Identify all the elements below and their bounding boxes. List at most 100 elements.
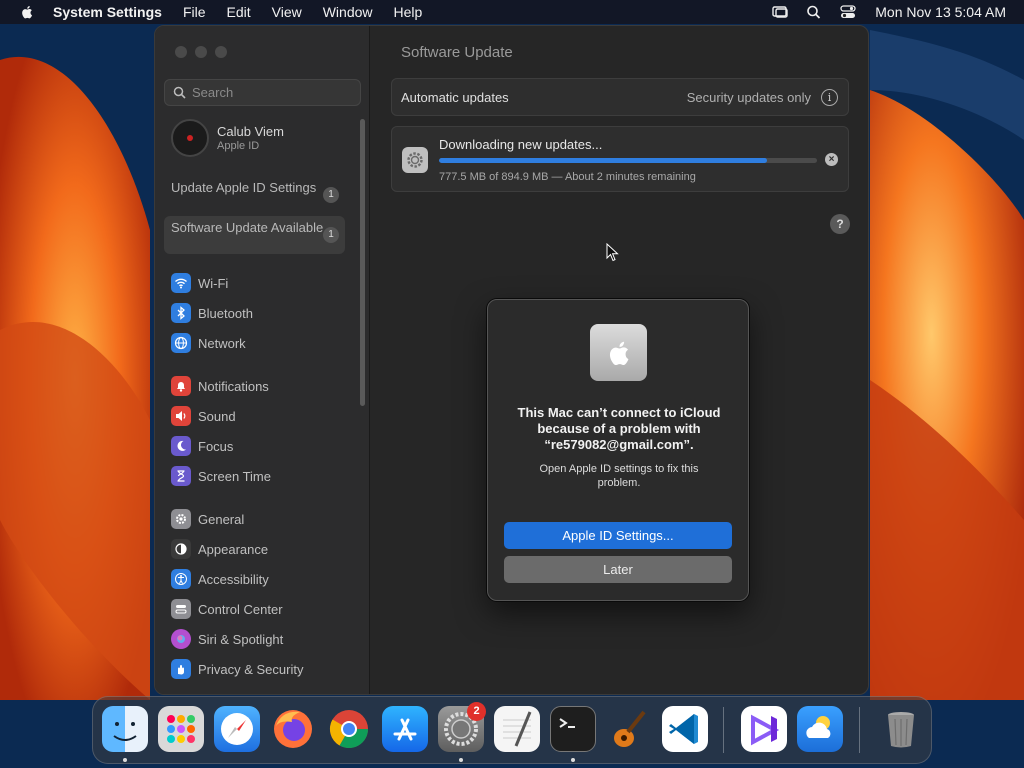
spotlight-search-icon[interactable] <box>805 4 823 20</box>
sidebar-item-label: Privacy & Security <box>198 661 304 677</box>
download-panel: Downloading new updates... × 777.5 MB of… <box>391 126 849 192</box>
garageband-icon[interactable] <box>606 706 652 752</box>
sidebar: Calub Viem Apple ID Update Apple ID Sett… <box>155 26 370 694</box>
wifi-icon <box>171 273 191 293</box>
sidebar-item-network[interactable]: Network <box>171 333 246 353</box>
notice-label: Update Apple ID Settings <box>171 180 317 195</box>
menu-file[interactable]: File <box>183 4 206 20</box>
window-controls <box>175 46 235 58</box>
sidebar-search[interactable] <box>164 79 361 106</box>
close-window-button[interactable] <box>175 46 187 58</box>
icloud-error-dialog: This Mac can’t connect to iCloud because… <box>487 299 749 601</box>
sidebar-item-label: Appearance <box>198 541 269 557</box>
dock-separator <box>859 707 860 753</box>
search-icon <box>173 86 186 99</box>
dialog-title: This Mac can’t connect to iCloud because… <box>517 405 721 452</box>
firefox-icon[interactable] <box>270 706 316 752</box>
notice-label: Software Update Available <box>171 220 324 235</box>
system-settings-badge: 2 <box>467 702 486 721</box>
bluetooth-icon <box>171 303 191 323</box>
notice-badge: 1 <box>323 187 339 203</box>
weather-icon[interactable] <box>797 706 843 752</box>
dock: 2 <box>92 696 932 764</box>
menu-view[interactable]: View <box>272 4 302 20</box>
download-progress-text: 777.5 MB of 894.9 MB — About 2 minutes r… <box>439 171 696 183</box>
screen-mirroring-icon[interactable] <box>771 4 789 20</box>
dialog-message: Open Apple ID settings to fix this probl… <box>539 463 699 489</box>
control-center-icon <box>171 599 191 619</box>
cancel-download-button[interactable]: × <box>825 153 838 166</box>
globe-icon <box>171 333 191 353</box>
minimize-window-button[interactable] <box>195 46 207 58</box>
sidebar-item-label: Accessibility <box>198 571 269 587</box>
sidebar-item-screen-time[interactable]: Screen Time <box>171 466 271 486</box>
trash-icon[interactable] <box>878 706 924 752</box>
sidebar-item-appearance[interactable]: Appearance <box>171 539 268 559</box>
sidebar-item-label: General <box>198 511 245 527</box>
download-title: Downloading new updates... <box>439 137 603 152</box>
menu-app-name[interactable]: System Settings <box>53 4 162 20</box>
sidebar-notice-update-apple-id[interactable]: Update Apple ID Settings 1 <box>164 176 345 214</box>
sidebar-item-focus[interactable]: Focus <box>171 436 233 456</box>
sidebar-item-bluetooth[interactable]: Bluetooth <box>171 303 253 323</box>
vscode-icon[interactable] <box>662 706 708 752</box>
textedit-icon[interactable] <box>494 706 540 752</box>
terminal-running-dot <box>571 758 575 762</box>
dock-separator <box>723 707 724 753</box>
later-button[interactable]: Later <box>504 556 732 583</box>
sidebar-item-label: Notifications <box>198 378 269 394</box>
sidebar-item-sound[interactable]: Sound <box>171 406 236 426</box>
hand-icon <box>171 659 191 679</box>
sidebar-item-label: Bluetooth <box>198 305 253 321</box>
visual-studio-icon[interactable] <box>741 706 787 752</box>
page-title: Software Update <box>401 44 513 61</box>
sidebar-item-privacy-security[interactable]: Privacy & Security <box>171 659 303 679</box>
app-store-icon[interactable] <box>382 706 428 752</box>
apple-logo-icon[interactable] <box>19 4 35 20</box>
apple-id-settings-button[interactable]: Apple ID Settings... <box>504 522 732 549</box>
chrome-icon[interactable] <box>326 706 372 752</box>
sidebar-item-label: Screen Time <box>198 468 271 484</box>
launchpad-icon[interactable] <box>158 706 204 752</box>
software-update-gear-icon <box>402 147 428 173</box>
menu-help[interactable]: Help <box>394 4 423 20</box>
menu-edit[interactable]: Edit <box>227 4 251 20</box>
sidebar-notice-software-update[interactable]: Software Update Available 1 <box>164 216 345 254</box>
finder-icon[interactable] <box>102 706 148 752</box>
avatar <box>171 119 209 157</box>
zoom-window-button[interactable] <box>215 46 227 58</box>
terminal-icon[interactable] <box>550 706 596 752</box>
automatic-updates-row[interactable]: Automatic updates Security updates only … <box>391 78 849 116</box>
sidebar-item-label: Control Center <box>198 601 283 617</box>
sidebar-apple-id[interactable]: Calub Viem Apple ID <box>171 119 284 157</box>
accessibility-icon <box>171 569 191 589</box>
download-progress-fill <box>439 158 768 163</box>
sidebar-item-siri-spotlight[interactable]: Siri & Spotlight <box>171 629 283 649</box>
help-button[interactable]: ? <box>830 214 850 234</box>
sidebar-item-accessibility[interactable]: Accessibility <box>171 569 269 589</box>
sidebar-item-label: Network <box>198 335 246 351</box>
sidebar-item-label: Focus <box>198 438 234 454</box>
sidebar-item-wifi[interactable]: Wi-Fi <box>171 273 228 293</box>
menu-bar: System Settings File Edit View Window He… <box>0 0 1024 24</box>
user-subtitle: Apple ID <box>217 140 260 152</box>
sidebar-item-general[interactable]: General <box>171 509 244 529</box>
search-input[interactable] <box>192 85 352 100</box>
sidebar-item-control-center[interactable]: Control Center <box>171 599 283 619</box>
sidebar-item-label: Siri & Spotlight <box>198 631 284 647</box>
gear-icon <box>171 509 191 529</box>
bell-icon <box>171 376 191 396</box>
siri-icon <box>171 629 191 649</box>
menu-clock[interactable]: Mon Nov 13 5:04 AM <box>875 4 1006 20</box>
user-name: Calub Viem <box>217 124 284 139</box>
automatic-updates-label: Automatic updates <box>401 89 509 105</box>
sidebar-item-label: Sound <box>198 408 236 424</box>
control-center-icon[interactable] <box>839 4 857 20</box>
system-settings-running-dot <box>459 758 463 762</box>
speaker-icon <box>171 406 191 426</box>
safari-icon[interactable] <box>214 706 260 752</box>
info-icon[interactable]: i <box>821 88 838 106</box>
menu-window[interactable]: Window <box>323 4 373 20</box>
sidebar-scrollbar[interactable] <box>360 119 365 406</box>
sidebar-item-notifications[interactable]: Notifications <box>171 376 269 396</box>
